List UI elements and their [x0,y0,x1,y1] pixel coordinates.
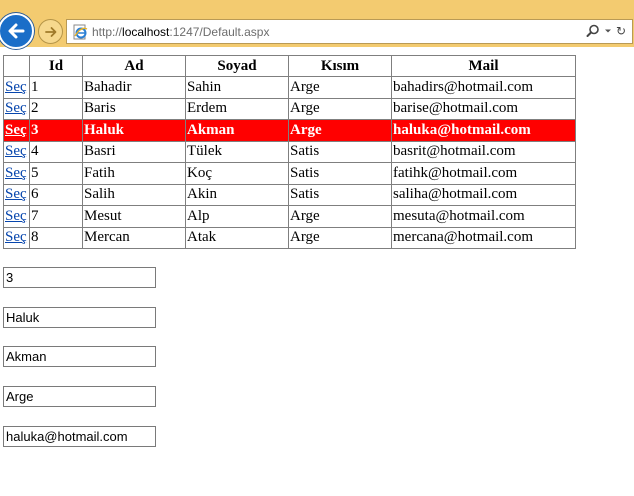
cell-id: 1 [29,76,83,99]
table-row: Seç 8 Mercan Atak Arge mercana@hotmail.c… [3,226,576,249]
soyad-textbox[interactable] [3,346,156,367]
table-row: Seç 1 Bahadir Sahin Arge bahadirs@hotmai… [3,76,576,99]
selected-table-row: Seç 3 Haluk Akman Arge haluka@hotmail.co… [3,119,576,142]
cell-ad: Haluk [82,119,186,142]
chevron-down-icon[interactable] [604,27,612,35]
cell-ad: Bahadir [82,76,186,99]
cell-soyad: Erdem [185,97,289,120]
cell-kisim: Arge [288,205,392,228]
address-bar[interactable]: http://localhost:1247/Default.aspx ↻ [66,19,633,44]
table-row: Seç 2 Baris Erdem Arge barise@hotmail.co… [3,97,576,120]
cell-ad: Baris [82,97,186,120]
cell-mail: haluka@hotmail.com [391,119,576,142]
cell-mail: mercana@hotmail.com [391,226,576,249]
select-link[interactable]: Seç [5,79,27,95]
cell-ad: Mesut [82,205,186,228]
id-textbox[interactable] [3,267,156,288]
cell-id: 4 [29,140,83,163]
select-link[interactable]: Seç [5,229,27,245]
mail-textbox[interactable] [3,426,156,447]
select-link[interactable]: Seç [5,208,27,224]
cell-kisim: Satis [288,140,392,163]
header-kisim: Kısım [288,55,392,77]
cell-kisim: Arge [288,97,392,120]
cell-id: 6 [29,183,83,206]
header-mail: Mail [391,55,576,77]
table-row: Seç 7 Mesut Alp Arge mesuta@hotmail.com [3,205,576,228]
arrow-left-icon [8,23,25,39]
refresh-icon[interactable]: ↻ [616,24,626,38]
cell-id: 5 [29,162,83,185]
table-row: Seç 4 Basri Tülek Satis basrit@hotmail.c… [3,140,576,163]
select-link[interactable]: Seç [5,143,27,159]
back-button[interactable] [0,13,34,49]
cell-id: 7 [29,205,83,228]
cell-soyad: Alp [185,205,289,228]
header-soyad: Soyad [185,55,289,77]
select-link[interactable]: Seç [5,186,27,202]
cell-id: 3 [29,119,83,142]
ad-textbox[interactable] [3,307,156,328]
cell-kisim: Satis [288,162,392,185]
header-ad: Ad [82,55,186,77]
select-link[interactable]: Seç [5,165,27,181]
cell-mail: saliha@hotmail.com [391,183,576,206]
cell-id: 2 [29,97,83,120]
cell-mail: basrit@hotmail.com [391,140,576,163]
cell-kisim: Arge [288,226,392,249]
cell-ad: Salih [82,183,186,206]
header-id: Id [29,55,83,77]
cell-soyad: Akman [185,119,289,142]
cell-soyad: Koç [185,162,289,185]
grid-header-row: Id Ad Soyad Kısım Mail [3,55,576,77]
cell-soyad: Sahin [185,76,289,99]
cell-kisim: Arge [288,76,392,99]
browser-toolbar: http://localhost:1247/Default.aspx ↻ [0,0,634,49]
search-icon[interactable] [586,24,600,38]
cell-ad: Mercan [82,226,186,249]
ie-page-icon [71,23,89,41]
cell-soyad: Akin [185,183,289,206]
cell-soyad: Tülek [185,140,289,163]
cell-mail: fatihk@hotmail.com [391,162,576,185]
cell-ad: Basri [82,140,186,163]
select-link[interactable]: Seç [5,100,27,116]
select-link[interactable]: Seç [5,122,27,138]
table-row: Seç 6 Salih Akin Satis saliha@hotmail.co… [3,183,576,206]
employee-grid: Id Ad Soyad Kısım Mail Seç 1 Bahadir Sah… [3,55,576,249]
url-scheme: http:// [92,24,123,39]
url-path: :1247/Default.aspx [169,24,270,39]
cell-id: 8 [29,226,83,249]
cell-ad: Fatih [82,162,186,185]
cell-mail: mesuta@hotmail.com [391,205,576,228]
cell-kisim: Arge [288,119,392,142]
arrow-right-icon [44,26,56,37]
cell-mail: barise@hotmail.com [391,97,576,120]
header-select [3,55,30,77]
url-host: localhost [122,24,170,39]
url-text: http://localhost:1247/Default.aspx [92,25,269,39]
cell-kisim: Satis [288,183,392,206]
forward-button[interactable] [38,19,63,44]
cell-mail: bahadirs@hotmail.com [391,76,576,99]
kisim-textbox[interactable] [3,386,156,407]
table-row: Seç 5 Fatih Koç Satis fatihk@hotmail.com [3,162,576,185]
cell-soyad: Atak [185,226,289,249]
